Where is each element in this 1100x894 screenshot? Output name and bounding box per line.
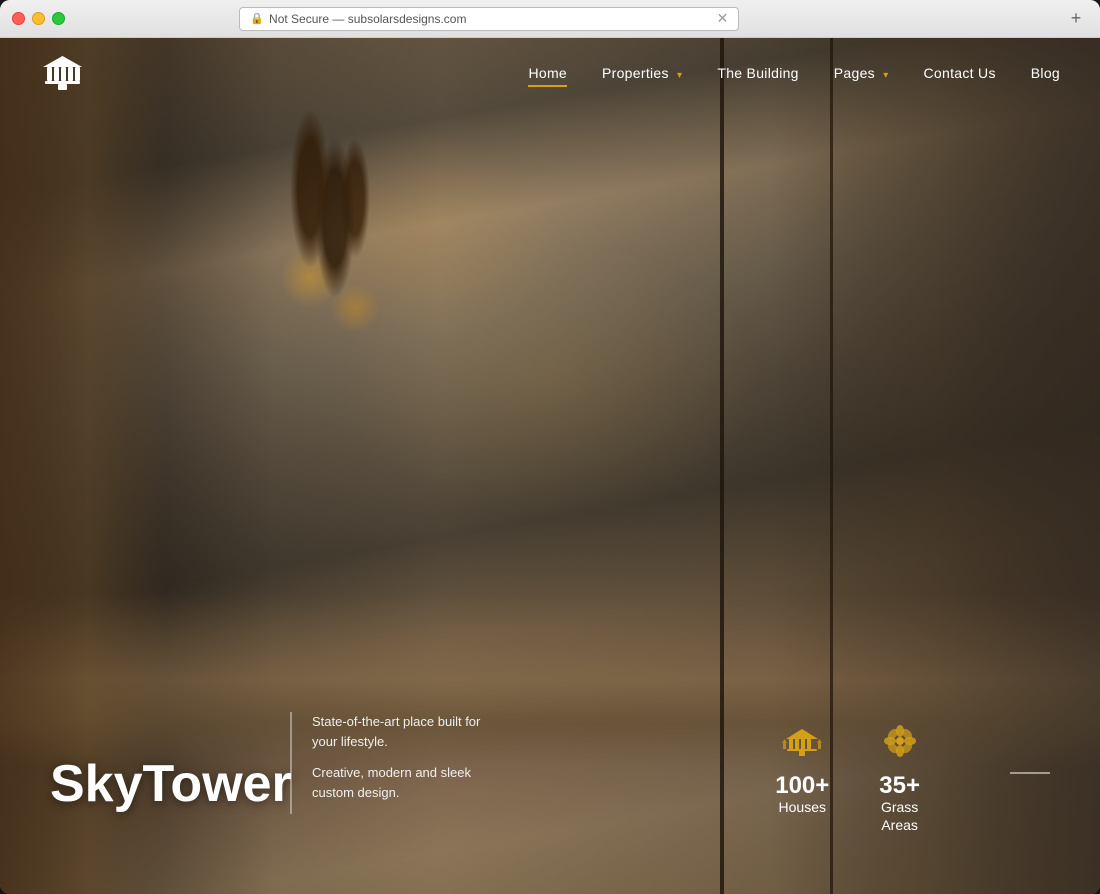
grass-label: Grass Areas bbox=[879, 798, 920, 834]
nav-item-the-building[interactable]: The Building bbox=[717, 65, 798, 81]
url-separator: — bbox=[329, 12, 348, 26]
logo[interactable] bbox=[40, 51, 85, 96]
url-text: subsolarsdesigns.com bbox=[348, 12, 467, 26]
nav-item-home[interactable]: Home bbox=[528, 65, 567, 81]
nav-links: Home Properties ▾ The Building Pages ▾ C… bbox=[528, 65, 1060, 81]
navbar: Home Properties ▾ The Building Pages ▾ C… bbox=[0, 38, 1100, 108]
address-bar[interactable]: 🔒 Not Secure — subsolarsdesigns.com ✕ bbox=[239, 7, 739, 31]
security-label: Not Secure bbox=[269, 12, 329, 26]
new-tab-button[interactable]: + bbox=[1064, 7, 1088, 31]
hero-content: SkyTower bbox=[50, 754, 292, 814]
grass-value: 35+ bbox=[879, 774, 920, 798]
nav-item-contact[interactable]: Contact Us bbox=[924, 65, 996, 81]
close-button[interactable] bbox=[12, 12, 25, 25]
title-bar: 🔒 Not Secure — subsolarsdesigns.com ✕ + bbox=[0, 0, 1100, 38]
houses-value: 100+ bbox=[775, 774, 829, 798]
hero-title: SkyTower bbox=[50, 754, 292, 814]
minimize-button[interactable] bbox=[32, 12, 45, 25]
fullscreen-button[interactable] bbox=[52, 12, 65, 25]
hero-desc-line1: State-of-the-art place built for your li… bbox=[312, 712, 490, 751]
nav-item-pages[interactable]: Pages ▾ bbox=[834, 65, 889, 81]
traffic-lights bbox=[12, 12, 65, 25]
building-icon bbox=[782, 721, 822, 761]
logo-icon bbox=[40, 51, 85, 96]
chevron-down-icon-pages: ▾ bbox=[883, 70, 888, 81]
glass-divider-1 bbox=[720, 38, 724, 894]
houses-label: Houses bbox=[775, 798, 829, 816]
stat-grass: 35+ Grass Areas bbox=[879, 721, 920, 834]
nav-item-blog[interactable]: Blog bbox=[1031, 65, 1060, 81]
stats-container: 100+ Houses 35+ bbox=[775, 721, 920, 834]
stat-houses: 100+ Houses bbox=[775, 721, 829, 834]
browser-window: 🔒 Not Secure — subsolarsdesigns.com ✕ + bbox=[0, 0, 1100, 894]
lock-icon: 🔒 bbox=[250, 12, 264, 25]
hero-description: State-of-the-art place built for your li… bbox=[290, 712, 490, 814]
close-tab-icon[interactable]: ✕ bbox=[717, 10, 729, 27]
scroll-indicator bbox=[1010, 772, 1050, 774]
flower-icon bbox=[880, 721, 920, 761]
website-content: Home Properties ▾ The Building Pages ▾ C… bbox=[0, 38, 1100, 894]
nav-item-properties[interactable]: Properties ▾ bbox=[602, 65, 682, 81]
hero-desc-line2: Creative, modern and sleek custom design… bbox=[312, 763, 490, 802]
chevron-down-icon: ▾ bbox=[677, 70, 682, 81]
